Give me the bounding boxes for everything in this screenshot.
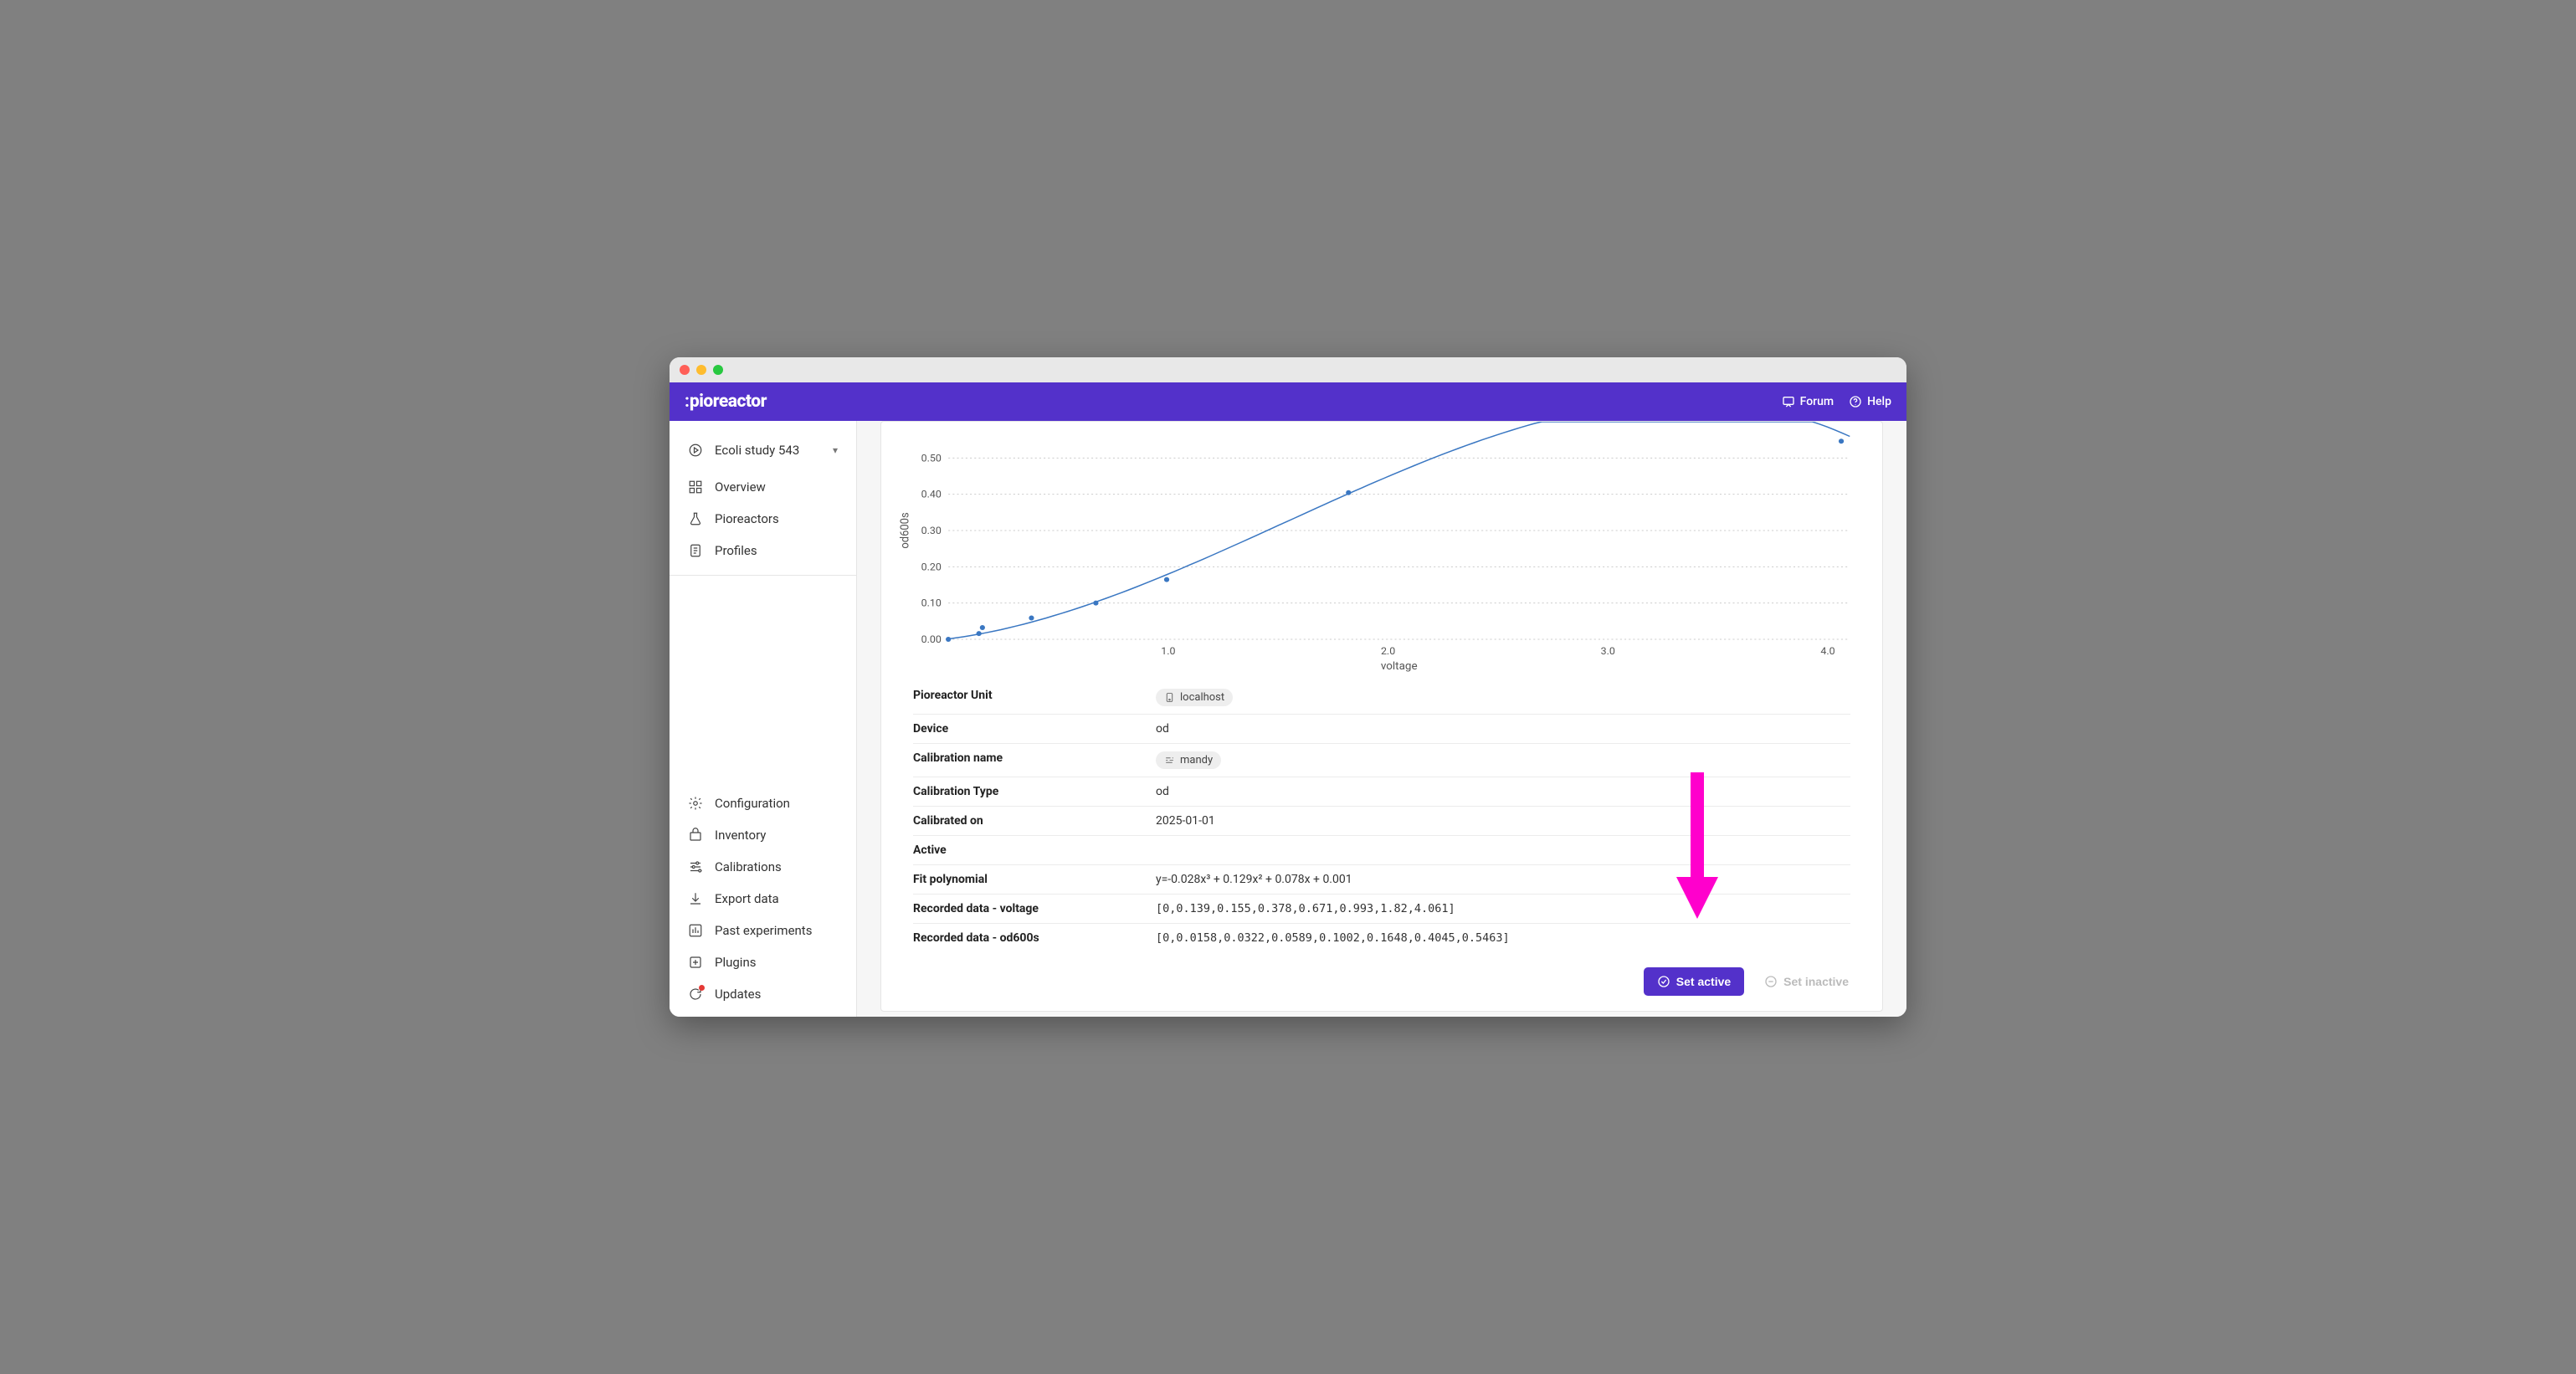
detail-row-unit: Pioreactor Unit localhost bbox=[913, 681, 1850, 715]
action-bar: Set active Set inactive bbox=[896, 967, 1867, 996]
experiment-name: Ecoli study 543 bbox=[715, 443, 799, 458]
chevron-down-icon: ▾ bbox=[833, 444, 838, 456]
minus-circle-icon bbox=[1764, 975, 1778, 988]
detail-row-rec-voltage: Recorded data - voltage [0,0.139,0.155,0… bbox=[913, 895, 1850, 924]
svg-text:0.10: 0.10 bbox=[921, 597, 942, 609]
window-minimize[interactable] bbox=[696, 365, 706, 375]
svg-text:3.0: 3.0 bbox=[1601, 645, 1615, 657]
set-active-button[interactable]: Set active bbox=[1644, 967, 1744, 996]
sidebar-item-label: Configuration bbox=[715, 796, 790, 811]
sidebar-item-configuration[interactable]: Configuration bbox=[670, 787, 856, 819]
svg-text:0.20: 0.20 bbox=[921, 561, 942, 573]
detail-row-calib-on: Calibrated on 2025-01-01 bbox=[913, 807, 1850, 836]
detail-row-active: Active bbox=[913, 836, 1850, 865]
sidebar-item-label: Plugins bbox=[715, 955, 756, 970]
plugin-icon bbox=[688, 955, 703, 970]
gear-icon bbox=[688, 796, 703, 811]
help-link[interactable]: Help bbox=[1849, 395, 1891, 408]
sidebar-item-label: Overview bbox=[715, 479, 766, 495]
sliders-icon bbox=[688, 859, 703, 874]
experiment-selector[interactable]: Ecoli study 543 ▾ bbox=[670, 431, 856, 471]
sidebar-item-overview[interactable]: Overview bbox=[670, 471, 856, 503]
detail-row-fit: Fit polynomial y=-0.028x³ + 0.129x² + 0.… bbox=[913, 865, 1850, 895]
sidebar-item-calibrations[interactable]: Calibrations bbox=[670, 851, 856, 883]
sidebar: Ecoli study 543 ▾ Overview Pioreactors P… bbox=[670, 421, 857, 1017]
detail-row-calib-type: Calibration Type od bbox=[913, 777, 1850, 807]
refresh-icon bbox=[688, 987, 703, 1002]
brand-logo[interactable]: :pioreactor bbox=[685, 392, 767, 412]
sidebar-item-label: Past experiments bbox=[715, 923, 812, 938]
app-window: :pioreactor Forum Help Ecoli study 543 ▾… bbox=[670, 357, 1906, 1017]
sidebar-item-label: Pioreactors bbox=[715, 511, 779, 526]
svg-text:1.0: 1.0 bbox=[1161, 645, 1175, 657]
svg-text:0.00: 0.00 bbox=[921, 633, 942, 645]
detail-row-device: Device od bbox=[913, 715, 1850, 744]
sidebar-item-updates[interactable]: Updates bbox=[670, 978, 856, 1010]
flask-icon bbox=[688, 511, 703, 526]
svg-text:voltage: voltage bbox=[1381, 660, 1418, 673]
svg-text:od600s: od600s bbox=[899, 512, 911, 548]
forum-icon bbox=[1782, 395, 1795, 408]
check-circle-icon bbox=[1657, 975, 1670, 988]
set-inactive-button[interactable]: Set inactive bbox=[1759, 967, 1854, 996]
svg-text:2.0: 2.0 bbox=[1381, 645, 1395, 657]
unit-icon bbox=[1164, 692, 1175, 703]
calibration-card: 0.00 0.10 0.20 0.30 0.40 0.50 1.0 2.0 3.0 4.0 volt… bbox=[880, 421, 1883, 1012]
svg-text:0.30: 0.30 bbox=[921, 525, 942, 536]
document-icon bbox=[688, 543, 703, 558]
sidebar-item-profiles[interactable]: Profiles bbox=[670, 535, 856, 567]
sidebar-item-past-experiments[interactable]: Past experiments bbox=[670, 915, 856, 946]
sidebar-item-label: Updates bbox=[715, 987, 761, 1002]
detail-row-rec-od: Recorded data - od600s [0,0.0158,0.0322,… bbox=[913, 924, 1850, 952]
sidebar-item-plugins[interactable]: Plugins bbox=[670, 946, 856, 978]
detail-row-calib-name: Calibration name mandy bbox=[913, 744, 1850, 777]
sidebar-item-export[interactable]: Export data bbox=[670, 883, 856, 915]
main-content: 0.00 0.10 0.20 0.30 0.40 0.50 1.0 2.0 3.0 4.0 volt… bbox=[857, 421, 1906, 1017]
sidebar-item-label: Export data bbox=[715, 891, 779, 906]
help-icon bbox=[1849, 395, 1862, 408]
unit-chip[interactable]: localhost bbox=[1156, 689, 1233, 706]
forum-link[interactable]: Forum bbox=[1782, 395, 1834, 408]
chart-icon bbox=[688, 923, 703, 938]
sidebar-item-pioreactors[interactable]: Pioreactors bbox=[670, 503, 856, 535]
svg-text:0.50: 0.50 bbox=[921, 453, 942, 464]
svg-text:4.0: 4.0 bbox=[1820, 645, 1835, 657]
calib-name-chip[interactable]: mandy bbox=[1156, 751, 1221, 769]
window-close[interactable] bbox=[680, 365, 690, 375]
sidebar-item-label: Profiles bbox=[715, 543, 757, 558]
topbar: :pioreactor Forum Help bbox=[670, 382, 1906, 421]
inventory-icon bbox=[688, 828, 703, 843]
calibration-chart: 0.00 0.10 0.20 0.30 0.40 0.50 1.0 2.0 3.0 4.0 volt… bbox=[896, 422, 1867, 673]
sliders-icon bbox=[1164, 755, 1175, 766]
details-table: Pioreactor Unit localhost Device od Cali… bbox=[913, 681, 1850, 952]
download-icon bbox=[688, 891, 703, 906]
window-maximize[interactable] bbox=[713, 365, 723, 375]
sidebar-item-label: Inventory bbox=[715, 828, 766, 843]
svg-text:0.40: 0.40 bbox=[921, 489, 942, 500]
titlebar bbox=[670, 357, 1906, 382]
update-badge bbox=[699, 985, 705, 991]
sidebar-item-inventory[interactable]: Inventory bbox=[670, 819, 856, 851]
dashboard-icon bbox=[688, 479, 703, 495]
play-icon bbox=[688, 443, 703, 458]
sidebar-item-label: Calibrations bbox=[715, 859, 782, 874]
